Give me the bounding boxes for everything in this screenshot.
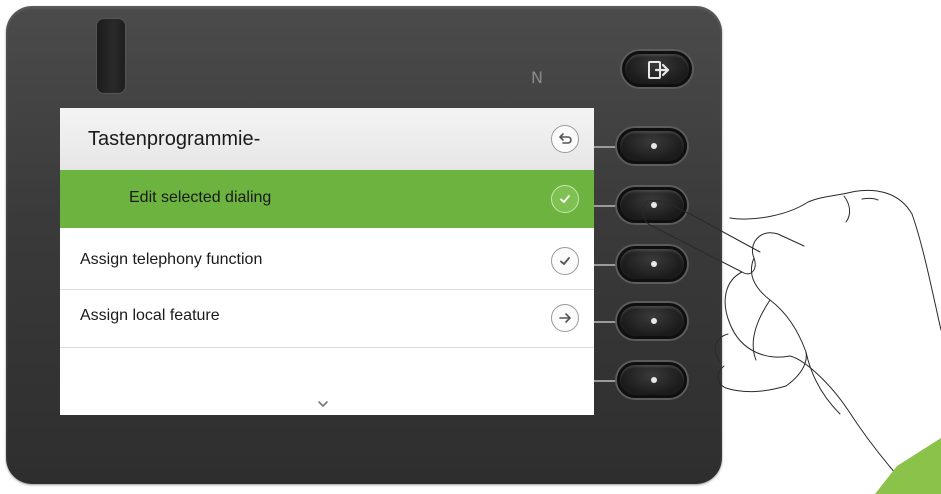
pointing-hand-illustration <box>642 189 941 475</box>
decorative-green-corner <box>875 438 941 494</box>
